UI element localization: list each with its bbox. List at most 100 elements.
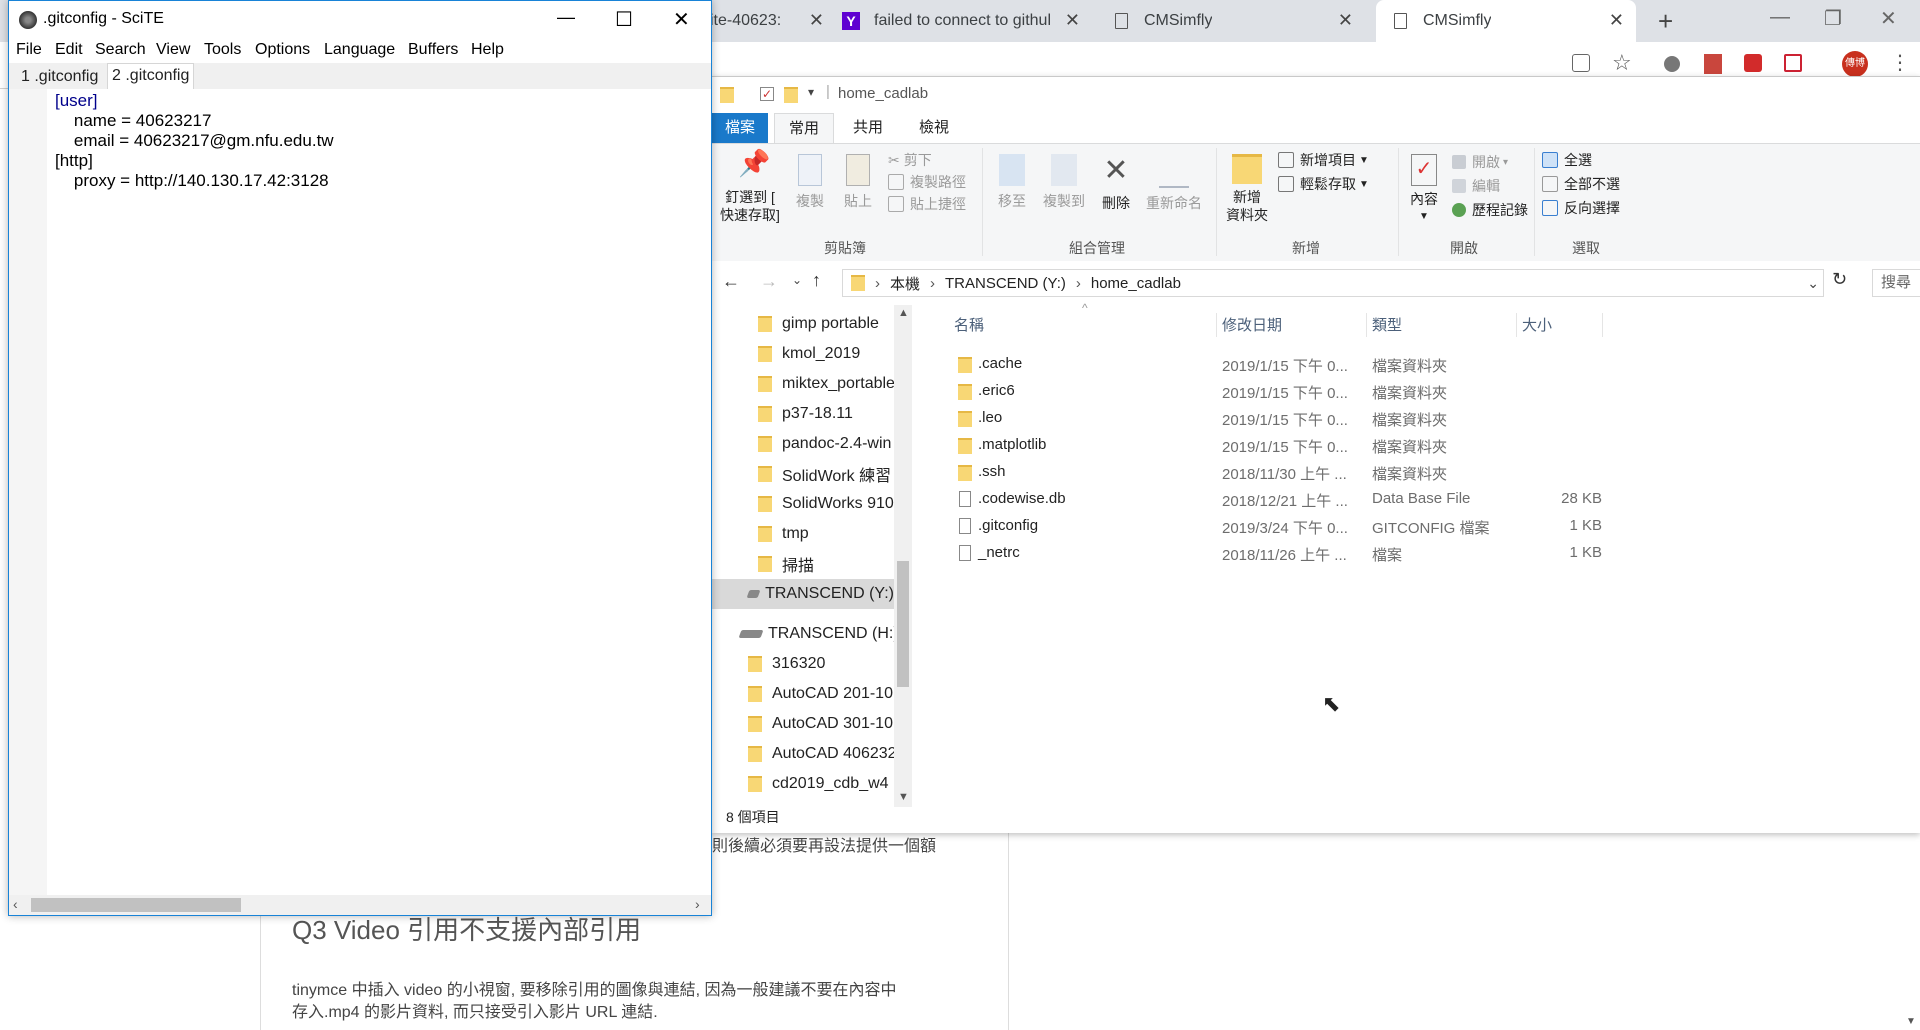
nav-item[interactable]: SolidWorks 910 [758, 489, 894, 519]
breadcrumb-drive[interactable]: TRANSCEND (Y:) [945, 275, 1066, 292]
paste-shortcut-button[interactable]: 貼上捷徑 [888, 194, 966, 214]
close-button[interactable]: ✕ [1880, 6, 1897, 31]
menu-file[interactable]: File [16, 41, 42, 59]
minimize-button[interactable]: — [1770, 6, 1790, 29]
column-separator[interactable] [1216, 313, 1217, 337]
chevron-down-icon[interactable]: ▾ [808, 85, 814, 99]
scrollbar-thumb[interactable] [897, 561, 909, 687]
browser-tab[interactable]: Y failed to connect to githul ✕ [842, 0, 1092, 42]
menu-language[interactable]: Language [324, 41, 395, 59]
chevron-down-icon[interactable]: ⌄ [1807, 275, 1819, 292]
nav-item-selected[interactable]: TRANSCEND (Y:) [712, 579, 894, 609]
menu-edit[interactable]: Edit [55, 41, 83, 59]
menu-search[interactable]: Search [95, 41, 146, 59]
breadcrumb-root[interactable]: 本機 [890, 273, 920, 294]
column-header-name[interactable]: 名稱 [954, 311, 984, 341]
extension-icon[interactable] [1744, 54, 1762, 72]
scroll-right-icon[interactable]: › [695, 896, 700, 912]
nav-item[interactable]: TRANSCEND (H:) [738, 619, 899, 649]
close-icon[interactable]: ✕ [1338, 10, 1353, 31]
select-all-button[interactable]: 全選 [1542, 150, 1592, 170]
new-item-button[interactable]: 新增項目 ▼ [1278, 150, 1369, 170]
copy-button[interactable]: 複製 [790, 154, 830, 210]
nav-item[interactable]: AutoCAD 201-10 [748, 679, 893, 709]
chevron-down-icon[interactable]: ⌄ [792, 273, 802, 287]
nav-item[interactable]: miktex_portable [758, 369, 895, 399]
paste-button[interactable]: 貼上 [838, 154, 878, 210]
extension-icon[interactable] [1664, 56, 1680, 72]
menu-buffers[interactable]: Buffers [408, 41, 458, 59]
column-separator[interactable] [1516, 313, 1517, 337]
copy-to-button[interactable]: 複製到 [1038, 154, 1090, 210]
editor-text-area[interactable]: [user] name = 40623217 email = 40623217@… [47, 89, 711, 895]
breadcrumb-folder[interactable]: home_cadlab [1091, 275, 1181, 292]
refresh-icon[interactable]: ↻ [1832, 269, 1847, 290]
table-row[interactable]: .matplotlib 2019/1/15 下午 0... 檔案資料夾 [932, 432, 1672, 459]
menu-view[interactable]: View [156, 41, 190, 59]
menu-icon[interactable]: ⋮ [1890, 50, 1910, 75]
tab-file[interactable]: 檔案 [712, 113, 768, 143]
scrollbar-thumb[interactable] [31, 898, 241, 912]
column-separator[interactable] [1602, 313, 1603, 337]
table-row[interactable]: .ssh 2018/11/30 上午 ... 檔案資料夾 [932, 459, 1672, 486]
scroll-left-icon[interactable]: ‹ [13, 896, 18, 912]
nav-item[interactable]: pandoc-2.4-win [758, 429, 891, 459]
easy-access-button[interactable]: 輕鬆存取 ▼ [1278, 174, 1369, 194]
close-button[interactable]: ✕ [673, 7, 690, 32]
edit-button[interactable]: 編輯 [1452, 176, 1500, 196]
tab-home[interactable]: 常用 [774, 113, 834, 143]
history-button[interactable]: 歷程記錄 [1452, 200, 1528, 220]
column-separator[interactable] [1366, 313, 1367, 337]
table-row[interactable]: .codewise.db 2018/12/21 上午 ... Data Base… [932, 486, 1672, 513]
tab-share[interactable]: 共用 [840, 113, 896, 143]
star-icon[interactable]: ☆ [1612, 50, 1632, 76]
properties-icon[interactable]: ✓ [760, 87, 774, 101]
close-icon[interactable]: ✕ [809, 10, 824, 31]
nav-item[interactable]: AutoCAD 301-10 [748, 709, 893, 739]
search-input[interactable]: 搜尋 [1872, 269, 1920, 297]
nav-item[interactable]: SolidWork 練習 [758, 459, 891, 489]
new-folder-icon[interactable] [784, 87, 798, 103]
table-row[interactable]: .leo 2019/1/15 下午 0... 檔案資料夾 [932, 405, 1672, 432]
nav-item[interactable]: tmp [758, 519, 809, 549]
open-button[interactable]: 開啟 ▾ [1452, 152, 1508, 172]
tab-view[interactable]: 檢視 [906, 113, 962, 143]
pdf-icon[interactable] [1704, 54, 1722, 74]
nav-item[interactable]: 掃描 [758, 549, 814, 579]
nav-item[interactable]: AutoCAD 406232 [748, 739, 897, 769]
select-none-button[interactable]: 全部不選 [1542, 174, 1620, 194]
table-row[interactable]: .gitconfig 2019/3/24 下午 0... GITCONFIG 檔… [932, 513, 1672, 540]
new-folder-button[interactable]: 新增 資料夾 [1222, 154, 1272, 224]
delete-button[interactable]: ✕ 刪除 [1096, 154, 1136, 212]
address-bar[interactable]: › 本機 › TRANSCEND (Y:) › home_cadlab ⌄ [842, 269, 1824, 297]
horizontal-scrollbar[interactable]: ‹ › [9, 895, 711, 915]
translate-icon[interactable] [1572, 54, 1590, 72]
properties-button[interactable]: ✓ 內容 ▼ [1404, 154, 1444, 226]
scroll-up-icon[interactable]: ▲ [898, 307, 909, 319]
nav-item[interactable]: gimp portable [758, 309, 879, 339]
pocket-icon[interactable] [1784, 54, 1802, 72]
nav-scrollbar[interactable]: ▲ ▼ [894, 305, 912, 807]
pin-quick-access-button[interactable]: 📌 釘選到 [ 快速存取] [716, 150, 784, 224]
browser-tab[interactable]: CMSimfly ✕ [1115, 0, 1365, 42]
table-row[interactable]: .cache 2019/1/15 下午 0... 檔案資料夾 [932, 351, 1672, 378]
close-icon[interactable]: ✕ [1065, 10, 1080, 31]
nav-item[interactable]: 316320 [748, 649, 825, 679]
menu-help[interactable]: Help [471, 41, 504, 59]
minimize-button[interactable]: — [557, 7, 575, 28]
browser-tab-active[interactable]: CMSimfly ✕ [1376, 0, 1636, 42]
menu-tools[interactable]: Tools [204, 41, 241, 59]
cut-button[interactable]: ✂ 剪下 [888, 150, 932, 170]
nav-item[interactable]: cd2019_cdb_w4 [748, 769, 889, 799]
column-header-type[interactable]: 類型 [1372, 311, 1402, 341]
tab-buffer-2[interactable]: 2 .gitconfig [107, 63, 195, 90]
maximize-button[interactable]: ☐ [615, 7, 633, 32]
close-icon[interactable]: ✕ [1609, 10, 1624, 31]
column-header-date[interactable]: 修改日期 [1222, 311, 1282, 341]
new-tab-button[interactable]: + [1658, 6, 1673, 37]
forward-arrow-icon[interactable]: → [760, 271, 778, 292]
move-to-button[interactable]: 移至 [990, 154, 1034, 210]
nav-item[interactable]: kmol_2019 [758, 339, 860, 369]
column-header-size[interactable]: 大小 [1522, 311, 1552, 341]
nav-item[interactable]: p37-18.11 [758, 399, 853, 429]
